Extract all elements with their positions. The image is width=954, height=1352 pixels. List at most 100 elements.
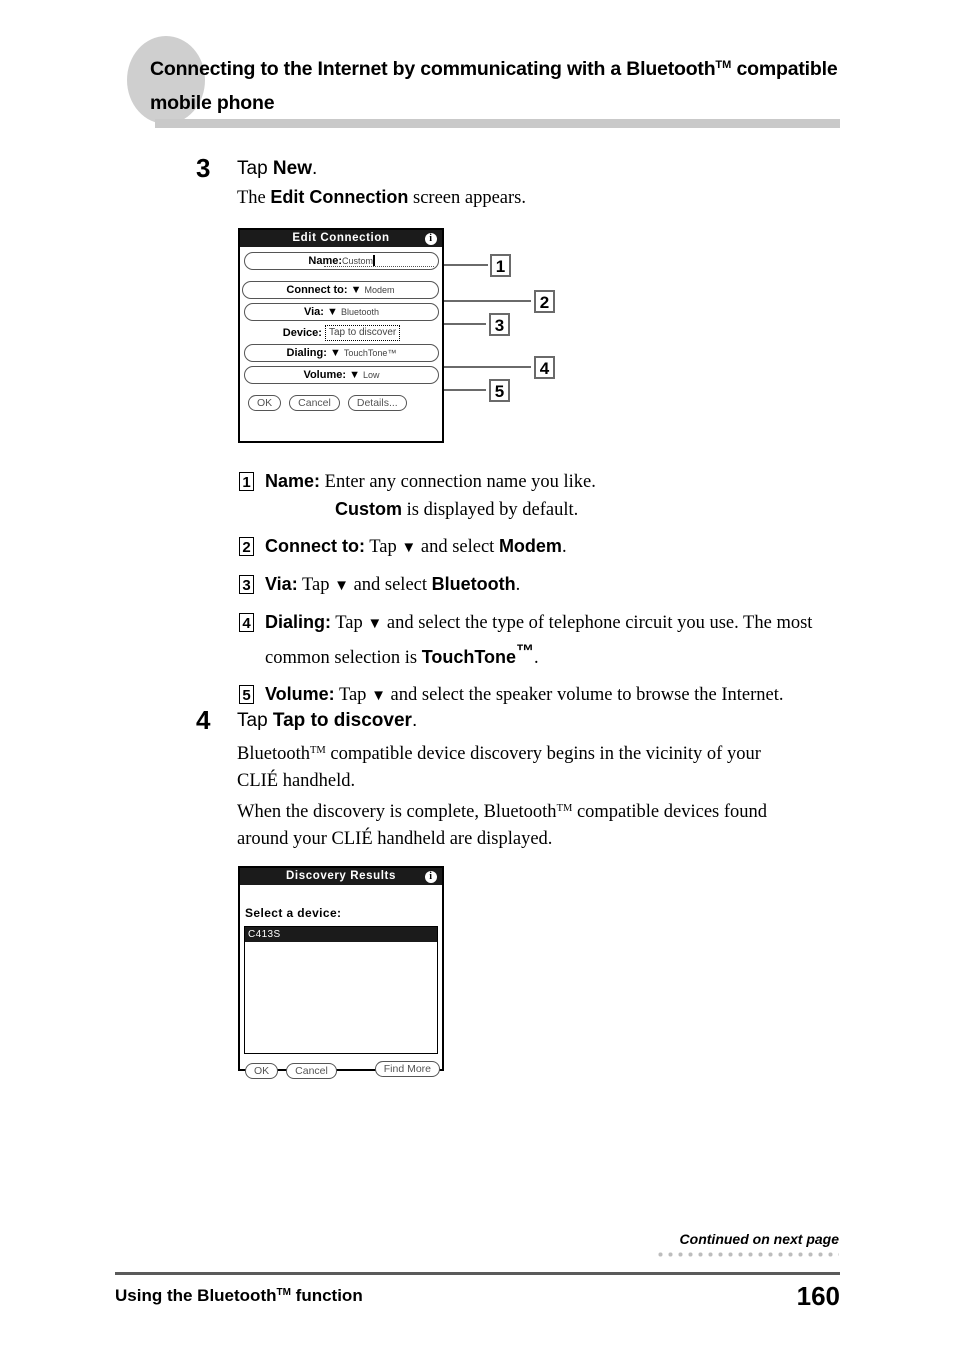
- device-label: Device:: [282, 327, 322, 339]
- chevron-down-icon: ▼: [350, 284, 362, 296]
- step-3-heading-post: .: [312, 158, 318, 179]
- callout-number-4: 4: [239, 613, 254, 632]
- tap-to-discover-button[interactable]: Tap to discover: [324, 325, 401, 341]
- header-decorative-bar: [155, 119, 840, 128]
- device-list[interactable]: C413S: [244, 926, 438, 1054]
- step-4-heading: Tap Tap to discover.: [237, 709, 417, 733]
- step-3-heading: Tap New.: [237, 157, 317, 181]
- callout-number-1: 1: [239, 472, 254, 491]
- callout-item-1-line2: Custom is displayed by default.: [265, 496, 849, 524]
- ok-button[interactable]: OK: [248, 395, 282, 411]
- ok-button[interactable]: OK: [245, 1063, 279, 1079]
- chevron-down-icon: ▼: [349, 369, 360, 381]
- callout-strong-3: Bluetooth: [431, 574, 516, 594]
- step-3-number: 3: [196, 153, 211, 183]
- edit-connection-title: Edit Connection: [292, 232, 390, 244]
- page-number: 160: [796, 1281, 840, 1311]
- select-a-device-label: Select a device:: [245, 906, 342, 920]
- callout-item-1: 1 Name: Enter any connection name you lik…: [239, 468, 849, 524]
- name-field[interactable]: Name:Custom: [244, 252, 439, 270]
- callout-text-4c: .: [534, 648, 539, 668]
- step-4-heading-post: .: [411, 710, 418, 731]
- name-field-value: Custom: [342, 256, 374, 266]
- step-3-body: The Edit Connection screen appears.: [237, 184, 837, 212]
- callout-box-5: 5: [489, 379, 510, 402]
- callout-leader-3: [444, 323, 486, 325]
- step-4-number: 4: [196, 705, 211, 735]
- step-3-body-post: screen appears.: [408, 188, 527, 208]
- callout-strong-4: TouchTone: [421, 647, 517, 667]
- discovery-results-titlebar: Discovery Results i: [240, 868, 442, 885]
- callout-box-3: 3: [489, 313, 510, 336]
- page-title-line2: mobile phone: [150, 92, 275, 114]
- info-icon[interactable]: i: [425, 870, 437, 883]
- callout-text-5a: Tap: [334, 685, 372, 705]
- callout-text-3a: Tap: [297, 575, 335, 595]
- discovery-results-button-row: Find More OK Cancel: [245, 1061, 440, 1079]
- dialing-label: Dialing:: [286, 347, 327, 359]
- step-4-line4: around your CLIÉ handheld are displayed.: [237, 829, 553, 849]
- callout-strong-2: Modem: [498, 536, 562, 556]
- step-3-heading-pre: Tap: [237, 158, 273, 179]
- callout-label-2: Connect to:: [265, 536, 365, 556]
- info-icon[interactable]: i: [425, 232, 437, 245]
- step-4-line1-a: Bluetooth: [237, 744, 310, 764]
- chevron-down-icon: ▼: [401, 540, 417, 556]
- callout-text-4a: Tap: [331, 613, 368, 633]
- via-label: Via:: [303, 306, 324, 318]
- list-item[interactable]: C413S: [245, 927, 437, 942]
- chevron-down-icon: ▼: [329, 347, 341, 359]
- chevron-down-icon: ▼: [371, 688, 386, 704]
- chapter-title: Using the BluetoothTM function: [115, 1286, 363, 1306]
- page-header: Connecting to the Internet by communicat…: [0, 0, 954, 135]
- cancel-button[interactable]: Cancel: [289, 395, 340, 411]
- callout-label-1: Name:: [265, 471, 321, 491]
- cancel-button[interactable]: Cancel: [286, 1063, 337, 1079]
- callout-label-3: Via:: [265, 574, 298, 594]
- details-button[interactable]: Details...: [347, 395, 407, 411]
- callout-number-3: 3: [239, 575, 254, 594]
- callout-text-1b: is displayed by default.: [402, 500, 579, 520]
- page-title-line1-b: compatible: [731, 58, 838, 80]
- edit-connection-titlebar: Edit Connection i: [240, 230, 442, 247]
- connect-to-label: Connect to:: [286, 284, 348, 296]
- volume-label: Volume:: [303, 369, 347, 381]
- dialing-value: TouchTone™: [343, 348, 397, 358]
- callout-number-5: 5: [239, 685, 254, 704]
- callout-label-4: Dialing:: [265, 612, 331, 632]
- callout-box-1: 1: [490, 254, 511, 277]
- trademark-symbol: TM: [276, 1287, 291, 1298]
- edit-connection-button-row: OK Cancel Details...: [248, 393, 438, 411]
- callout-text-2c: .: [561, 537, 567, 557]
- discovery-results-dialog: Discovery Results i Select a device: C41…: [238, 866, 444, 1079]
- callout-number-2: 2: [239, 537, 254, 556]
- volume-value: Low: [363, 370, 380, 380]
- callout-description-list: 1 Name: Enter any connection name you lik…: [239, 468, 849, 719]
- volume-field[interactable]: Volume: ▼ Low: [244, 366, 439, 384]
- step-4-line3-a: When the discovery is complete, Bluetoot…: [237, 802, 557, 822]
- chevron-down-icon: ▼: [367, 616, 383, 632]
- edit-connection-dialog: Edit Connection i Name:Custom Connect to…: [238, 228, 444, 443]
- step-4-line3-b: compatible devices found: [572, 802, 768, 822]
- step-4-line1-b: compatible device discovery begins in th…: [325, 744, 761, 764]
- continued-on-next-page: Continued on next page: [679, 1231, 839, 1247]
- discovery-results-title: Discovery Results: [286, 870, 396, 882]
- via-value: Bluetooth: [340, 307, 380, 317]
- callout-text-3b: and select: [348, 575, 432, 595]
- callout-leader-4: [444, 366, 531, 368]
- via-field[interactable]: Via: ▼ Bluetooth: [244, 303, 439, 321]
- footer-dotted-rule: [658, 1252, 839, 1257]
- callout-text-3c: .: [515, 575, 521, 595]
- callout-text-1: Enter any connection name you like.: [320, 472, 596, 492]
- connect-to-field[interactable]: Connect to: ▼ Modem: [242, 281, 439, 299]
- find-more-button[interactable]: Find More: [374, 1061, 440, 1077]
- step-3-body-pre: The: [237, 188, 271, 208]
- callout-box-2: 2: [534, 290, 555, 313]
- step-4-heading-pre: Tap: [237, 710, 273, 731]
- connect-to-value: Modem: [364, 285, 395, 295]
- text-caret: [373, 255, 375, 266]
- dialing-field[interactable]: Dialing: ▼ TouchTone™: [244, 344, 439, 362]
- callout-item-2: 2 Connect to: Tap ▼ and select Modem.: [239, 533, 849, 562]
- callout-leader-5: [444, 389, 486, 391]
- page-title: Connecting to the Internet by communicat…: [150, 48, 840, 120]
